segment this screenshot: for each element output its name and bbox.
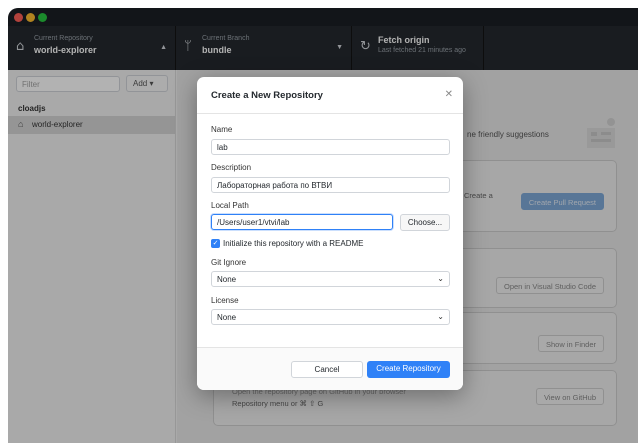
readme-checkbox[interactable]: ✓ xyxy=(211,239,220,248)
dialog-title: Create a New Repository xyxy=(211,90,323,101)
git-ignore-value: None xyxy=(217,275,237,284)
local-path-input[interactable]: /Users/user1/vtvi/lab xyxy=(211,214,393,230)
close-icon[interactable]: ✕ xyxy=(445,89,453,100)
divider xyxy=(197,113,463,114)
local-path-label: Local Path xyxy=(211,201,249,210)
license-value: None xyxy=(217,313,237,322)
dialog-footer: Cancel Create Repository xyxy=(197,347,463,390)
create-repository-dialog: Create a New Repository ✕ Name lab Descr… xyxy=(197,77,463,390)
create-repository-button[interactable]: Create Repository xyxy=(367,361,450,378)
readme-label: Initialize this repository with a README xyxy=(223,239,364,248)
git-ignore-label: Git Ignore xyxy=(211,258,247,267)
git-ignore-select[interactable]: None ⌄ xyxy=(211,271,450,287)
cancel-button[interactable]: Cancel xyxy=(291,361,363,378)
description-label: Description xyxy=(211,163,252,172)
choose-button[interactable]: Choose... xyxy=(400,214,450,231)
app-window: ⌂ Current Repository world-explorer ▲ ᛘ … xyxy=(8,8,638,443)
name-input[interactable]: lab xyxy=(211,139,450,155)
name-label: Name xyxy=(211,125,233,134)
chevron-down-icon: ⌄ xyxy=(437,312,444,321)
chevron-down-icon: ⌄ xyxy=(437,274,444,283)
description-input[interactable]: Лабораторная работа по ВТВИ xyxy=(211,177,450,193)
license-select[interactable]: None ⌄ xyxy=(211,309,450,325)
license-label: License xyxy=(211,296,239,305)
